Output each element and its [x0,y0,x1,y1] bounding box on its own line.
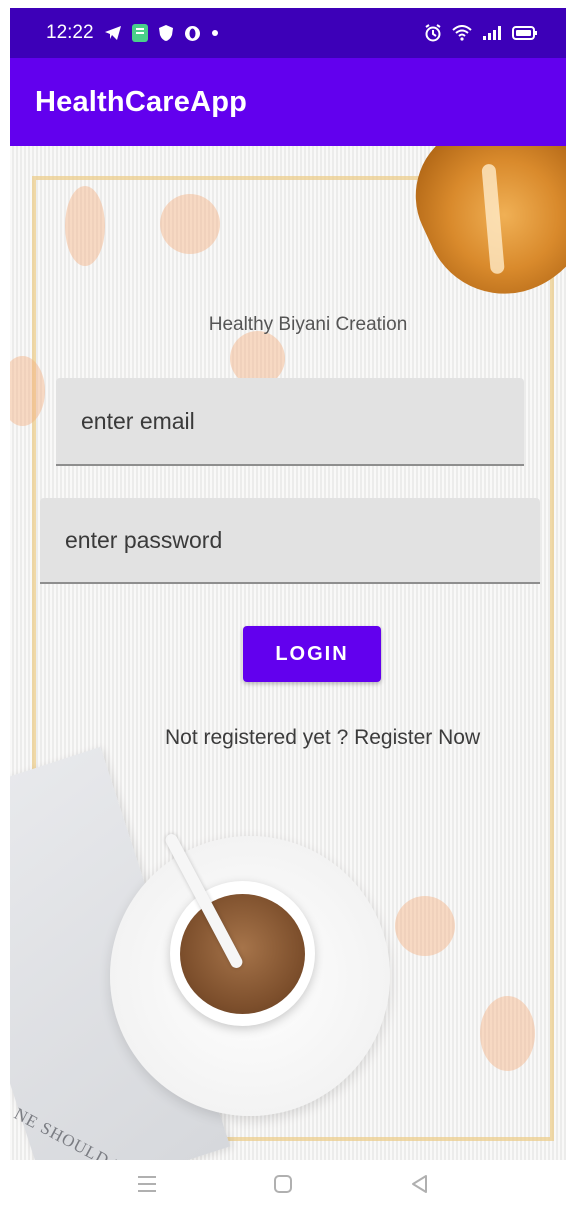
login-button[interactable]: LOGIN [243,626,381,682]
email-field-container [56,378,524,466]
login-screen: NE SHOULD HAVE A P Healthy Biyani Creati… [10,146,566,1160]
password-field[interactable] [65,498,540,582]
decorative-blob [480,996,535,1071]
coffee-image [180,894,305,1014]
dot-icon [211,29,219,37]
navigation-bar [0,1160,566,1208]
wifi-icon [452,25,472,41]
app-title: HealthCareApp [35,85,248,118]
battery-icon [512,25,538,41]
shield-icon [158,24,174,42]
telegram-icon [104,25,122,41]
menu-icon[interactable] [134,1171,160,1197]
decorative-blob [160,194,220,254]
password-field-container [40,498,540,584]
decorative-blob [395,896,455,956]
opera-icon [184,25,201,42]
email-field[interactable] [81,378,524,464]
register-link[interactable]: Not registered yet ? Register Now [165,726,480,750]
app-bar: HealthCareApp [10,58,566,146]
status-time: 12:22 [46,22,94,43]
back-icon[interactable] [406,1171,432,1197]
alarm-icon [424,24,442,42]
decorative-blob [65,186,105,266]
brand-title: Healthy Biyani Creation [208,314,408,335]
status-bar: 12:22 [10,8,566,58]
phone-screen: 12:22 HealthCareApp Healthy Biyani Creat… [10,8,566,1160]
app-notification-icon [131,24,148,42]
signal-icon [482,25,502,41]
home-icon[interactable] [270,1171,296,1197]
